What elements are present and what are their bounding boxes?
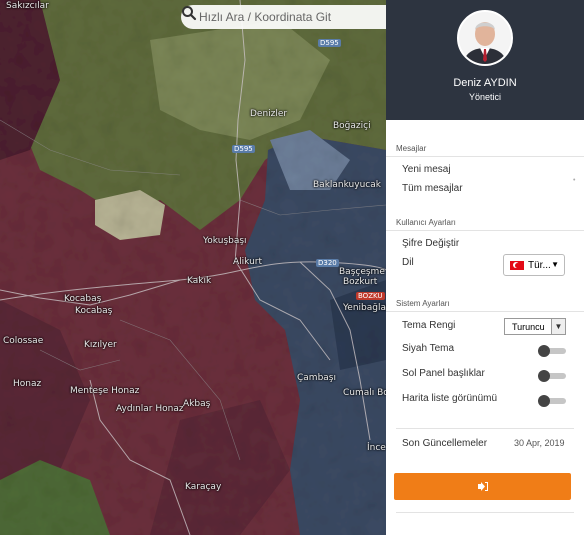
map-place-label: Kocabaş [75, 306, 113, 316]
divider [396, 512, 574, 513]
map-place-label: İnce [367, 443, 386, 453]
map-view[interactable]: Sakızcılar Denizler Boğaziçi Baklankuyuc… [0, 0, 386, 535]
dark-theme-toggle[interactable] [538, 345, 566, 357]
turkey-flag-icon [510, 260, 524, 270]
theme-color-value: Turuncu [512, 321, 545, 332]
map-place-label: Bozkurt [343, 277, 378, 287]
map-place-label: Çambaşı [297, 373, 336, 383]
divider [396, 428, 574, 429]
chevron-down-icon: ▼ [551, 260, 559, 269]
all-messages-link[interactable]: Tüm mesajlar [386, 183, 463, 194]
map-place-label: Baklankuyucak [313, 180, 381, 190]
dark-theme-label: Siyah Tema [402, 343, 455, 354]
map-place-label: Kızılyer [84, 340, 117, 350]
chevron-down-icon: ▼ [551, 319, 565, 334]
logout-button[interactable] [394, 473, 571, 500]
map-place-label: Cumalı Bozkurt [343, 388, 386, 398]
user-settings-section: Kullanıcı Ayarları [386, 218, 584, 231]
user-photo [459, 12, 511, 64]
avatar [457, 10, 513, 66]
map-place-label: Yokuşbaşı [203, 236, 247, 246]
road-shield: D595 [318, 39, 341, 47]
updates-label[interactable]: Son Güncellemeler [386, 438, 487, 449]
map-place-label: Karaçay [185, 482, 222, 492]
map-terrain [0, 0, 386, 535]
language-value: Tür... [528, 259, 551, 271]
user-role: Yönetici [468, 92, 502, 102]
theme-color-select[interactable]: Turuncu ▼ [504, 318, 566, 335]
map-place-label: Kocabaş [64, 294, 102, 304]
map-place-label: Boğaziçi [333, 121, 371, 131]
theme-color-label: Tema Rengi [402, 320, 456, 331]
map-place-label: Colossae [3, 336, 44, 346]
map-place-label: Denizler [250, 109, 288, 119]
map-place-label: Kakık [187, 276, 212, 286]
search-icon[interactable] [181, 5, 197, 21]
left-panel-headers-label: Sol Panel başlıklar [402, 368, 485, 379]
map-place-label: Menteşe Honaz [70, 386, 140, 396]
map-place-label: Honaz [13, 379, 42, 389]
change-password-link[interactable]: Şifre Değiştir [386, 238, 459, 249]
map-place-label: Akbaş [183, 399, 211, 409]
logout-icon [477, 482, 488, 491]
map-place-label: Başçeşme [339, 267, 385, 277]
new-message-link[interactable]: Yeni mesaj [386, 164, 451, 175]
system-settings-section: Sistem Ayarları [386, 299, 584, 312]
user-name: Deniz AYDIN [453, 77, 517, 89]
map-list-view-toggle[interactable] [538, 395, 566, 407]
search-input[interactable] [199, 10, 359, 24]
section-title-messages: Mesajlar [386, 144, 584, 157]
messages-scroll-indicator: • [573, 177, 576, 184]
messages-section: Mesajlar [386, 144, 584, 157]
left-panel-headers-toggle[interactable] [538, 370, 566, 382]
road-shield: D595 [232, 145, 255, 153]
search-bar [181, 5, 386, 29]
map-place-label: Sakızcılar [6, 1, 49, 11]
map-place-label: Aydınlar Honaz [116, 404, 184, 414]
profile-header: Deniz AYDIN Yönetici [386, 0, 584, 120]
map-place-label: Yenibağlar [343, 303, 386, 313]
map-place-label: Alikurt [233, 257, 263, 267]
settings-panel: Deniz AYDIN Yönetici Mesajlar Yeni mesaj… [386, 0, 584, 535]
road-shield: D320 [316, 259, 339, 267]
section-title-user-settings: Kullanıcı Ayarları [386, 218, 584, 231]
section-title-system-settings: Sistem Ayarları [386, 299, 584, 312]
updates-date: 30 Apr, 2019 [514, 438, 565, 448]
road-shield: BOZKU [356, 292, 385, 300]
language-label: Dil [402, 257, 414, 268]
language-select[interactable]: Tür... ▼ [503, 254, 565, 276]
map-list-view-label: Harita liste görünümü [402, 393, 498, 404]
